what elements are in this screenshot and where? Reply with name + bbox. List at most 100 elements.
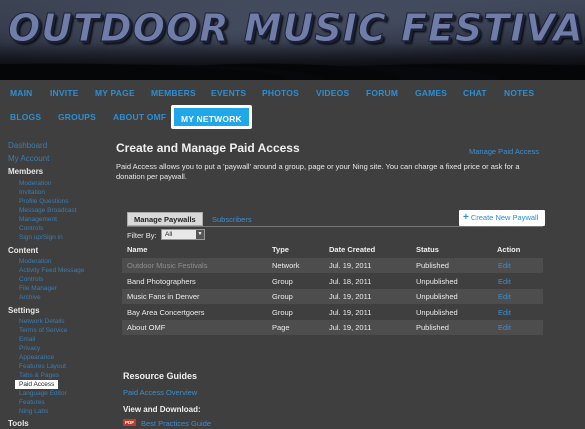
nav-my-network[interactable]: MY NETWORK <box>171 105 252 129</box>
sidebar-item-email[interactable]: Email <box>19 336 35 343</box>
sidebar-item-features-layout[interactable]: Features Layout <box>19 363 66 370</box>
pdf-icon: PDF <box>123 419 136 426</box>
column-header-date: Date Created <box>329 245 376 254</box>
view-download-heading: View and Download: <box>123 405 201 414</box>
sidebar-item-network-details[interactable]: Network Details <box>19 318 65 325</box>
main-nav-row-1: MAIN INVITE MY PAGE MEMBERS EVENTS PHOTO… <box>0 84 585 106</box>
sidebar-dashboard[interactable]: Dashboard <box>8 141 47 150</box>
page-title: Create and Manage Paid Access <box>116 141 300 155</box>
paywall-status: Published <box>416 323 449 332</box>
sidebar-item-language-editor[interactable]: Language Editor <box>19 390 67 397</box>
paywall-status: Published <box>416 261 449 270</box>
site-title[interactable]: OUTDOOR MUSIC FESTIVALS <box>8 6 585 51</box>
nav-forum[interactable]: FORUM <box>366 88 398 98</box>
paywall-name[interactable]: Music Fans in Denver <box>127 292 200 301</box>
filter-label: Filter By: <box>127 231 157 240</box>
sidebar-item-activity-feed[interactable]: Activity Feed Message <box>19 267 84 274</box>
paywall-status: Unpublished <box>416 277 458 286</box>
sidebar-item-content-moderation[interactable]: Moderation <box>19 258 52 265</box>
nav-photos[interactable]: PHOTOS <box>262 88 299 98</box>
nav-events[interactable]: EVENTS <box>211 88 246 98</box>
paywall-type: Network <box>272 261 300 270</box>
site-banner: OUTDOOR MUSIC FESTIVALS <box>0 0 585 80</box>
paywall-status: Unpublished <box>416 308 458 317</box>
paywall-date: Jul. 19, 2011 <box>329 308 372 317</box>
sidebar-item-appearance[interactable]: Appearance <box>19 354 54 361</box>
plus-icon: + <box>463 212 469 223</box>
paywall-name[interactable]: Band Photographers <box>127 277 196 286</box>
nav-my-page[interactable]: MY PAGE <box>95 88 135 98</box>
sidebar-item-content-controls[interactable]: Controls <box>19 276 43 283</box>
paywall-status: Unpublished <box>416 292 458 301</box>
best-practices-guide-link[interactable]: Best Practices Guide <box>141 419 211 428</box>
paywall-type: Group <box>272 308 293 317</box>
create-new-paywall-button[interactable]: + Create New Paywall <box>459 210 545 226</box>
sidebar-item-message-broadcast[interactable]: Message Broadcast <box>19 207 76 214</box>
sidebar-item-terms-of-service[interactable]: Terms of Service <box>19 327 67 334</box>
nav-chat[interactable]: CHAT <box>463 88 487 98</box>
edit-link[interactable]: Edit <box>498 277 511 286</box>
sidebar-item-ning-labs[interactable]: Ning Labs <box>19 408 48 415</box>
manage-paid-access-link[interactable]: Manage Paid Access <box>469 147 539 156</box>
paywall-type: Page <box>272 323 290 332</box>
create-new-paywall-label: Create New Paywall <box>470 213 539 222</box>
paywall-name[interactable]: Outdoor Music Festivals <box>127 261 207 270</box>
table-row: Music Fans in Denver Group Jul. 19, 2011… <box>122 289 543 304</box>
table-row: Bay Area Concertgoers Group Jul. 19, 201… <box>122 305 543 320</box>
sidebar-heading-settings: Settings <box>8 306 40 315</box>
paywall-type: Group <box>272 277 293 286</box>
nav-games[interactable]: GAMES <box>415 88 447 98</box>
table-row: Outdoor Music Festivals Network Jul. 19,… <box>122 258 543 273</box>
nav-about-omf[interactable]: ABOUT OMF <box>113 112 166 122</box>
sidebar-item-file-manager[interactable]: File Manager <box>19 285 57 292</box>
nav-members[interactable]: MEMBERS <box>151 88 196 98</box>
nav-main[interactable]: MAIN <box>10 88 33 98</box>
sidebar-item-tabs-pages[interactable]: Tabs & Pages <box>19 372 59 379</box>
tab-subscribers[interactable]: Subscribers <box>212 215 252 224</box>
main-nav-row-2: BLOGS GROUPS ABOUT OMF MY NETWORK <box>0 105 585 130</box>
sidebar-item-archive[interactable]: Archive <box>19 294 41 301</box>
column-header-action: Action <box>497 245 521 254</box>
resource-guides-heading: Resource Guides <box>123 371 198 381</box>
column-header-type: Type <box>272 245 289 254</box>
sidebar-heading-members: Members <box>8 167 44 176</box>
sidebar-item-moderation[interactable]: Moderation <box>19 180 52 187</box>
nav-notes[interactable]: NOTES <box>504 88 534 98</box>
edit-link[interactable]: Edit <box>498 308 511 317</box>
column-header-name: Name <box>127 245 148 254</box>
sidebar-heading-tools: Tools <box>8 419 29 428</box>
tab-divider <box>127 226 543 227</box>
paywall-date: Jul. 19, 2011 <box>329 261 372 270</box>
nav-videos[interactable]: VIDEOS <box>316 88 349 98</box>
paywall-type: Group <box>272 292 293 301</box>
filter-select-value: All <box>165 231 173 238</box>
chevron-down-icon: ▼ <box>196 230 204 239</box>
page-description: Paid Access allows you to put a 'paywall… <box>116 162 520 181</box>
sidebar-item-privacy[interactable]: Privacy <box>19 345 40 352</box>
sidebar-item-features[interactable]: Features <box>19 399 45 406</box>
paywall-date: Jul. 18, 2011 <box>329 277 372 286</box>
filter-select[interactable]: All ▼ <box>161 229 205 240</box>
paywall-date: Jul. 19, 2011 <box>329 292 372 301</box>
nav-blogs[interactable]: BLOGS <box>10 112 41 122</box>
sidebar-item-signup-signin[interactable]: Sign up/Sign in <box>19 234 63 241</box>
paywall-name[interactable]: About OMF <box>127 323 165 332</box>
nav-invite[interactable]: INVITE <box>50 88 79 98</box>
sidebar-my-account[interactable]: My Account <box>8 154 49 163</box>
paywall-name[interactable]: Bay Area Concertgoers <box>127 308 205 317</box>
sidebar-item-management[interactable]: Management <box>19 216 57 223</box>
sidebar-item-invitation[interactable]: Invitation <box>19 189 45 196</box>
tab-manage-paywalls[interactable]: Manage Paywalls <box>127 212 203 226</box>
edit-link[interactable]: Edit <box>498 323 511 332</box>
paid-access-overview-link[interactable]: Paid Access Overview <box>123 388 197 397</box>
paywall-date: Jul. 19, 2011 <box>329 323 372 332</box>
edit-link[interactable]: Edit <box>498 292 511 301</box>
column-header-status: Status <box>416 245 439 254</box>
edit-link[interactable]: Edit <box>498 261 511 270</box>
sidebar-item-paid-access[interactable]: Paid Access <box>15 380 59 389</box>
sidebar-heading-content: Content <box>8 246 39 255</box>
nav-groups[interactable]: GROUPS <box>58 112 96 122</box>
sidebar-item-profile-questions[interactable]: Profile Questions <box>19 198 69 205</box>
sidebar-item-controls[interactable]: Controls <box>19 225 43 232</box>
admin-sidebar: Dashboard My Account Members Moderation … <box>0 136 112 429</box>
